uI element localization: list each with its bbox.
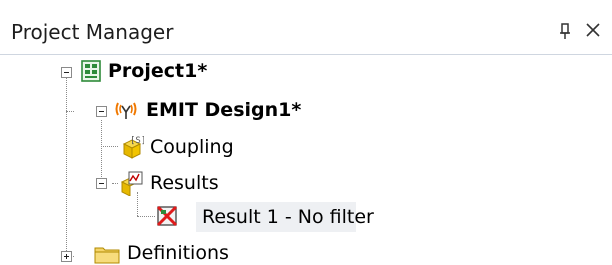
tree-line [137,216,155,217]
emit-design-icon [115,102,137,119]
project-tree: Project1* EMIT Design1* [S] Coupling Res… [0,54,612,265]
tree-item-coupling[interactable]: Coupling [150,135,234,159]
results-icon [120,171,143,196]
tree-item-results[interactable]: Results [150,171,219,195]
panel-title: Project Manager [11,20,174,44]
folder-icon [94,247,120,264]
tree-item-project[interactable]: Project1* [108,59,207,83]
tree-item-definitions[interactable]: Definitions [127,241,229,265]
project-expander[interactable] [61,67,72,78]
panel-header: Project Manager [0,8,612,55]
tree-item-result-1[interactable]: Result 1 - No filter [202,205,374,229]
coupling-icon: [S] [122,136,144,159]
tree-line [101,120,102,183]
tree-line [66,111,74,112]
pin-icon[interactable] [556,22,574,40]
tree-item-emit-design[interactable]: EMIT Design1* [146,98,301,122]
results-expander[interactable] [96,178,107,189]
tree-line [66,72,67,257]
close-icon[interactable] [583,20,603,40]
tree-line [101,146,118,147]
result-error-icon [156,205,178,227]
svg-text:[S]: [S] [130,136,144,146]
project-icon [81,60,101,82]
design-expander[interactable] [96,106,107,117]
definitions-expander[interactable] [61,251,72,262]
